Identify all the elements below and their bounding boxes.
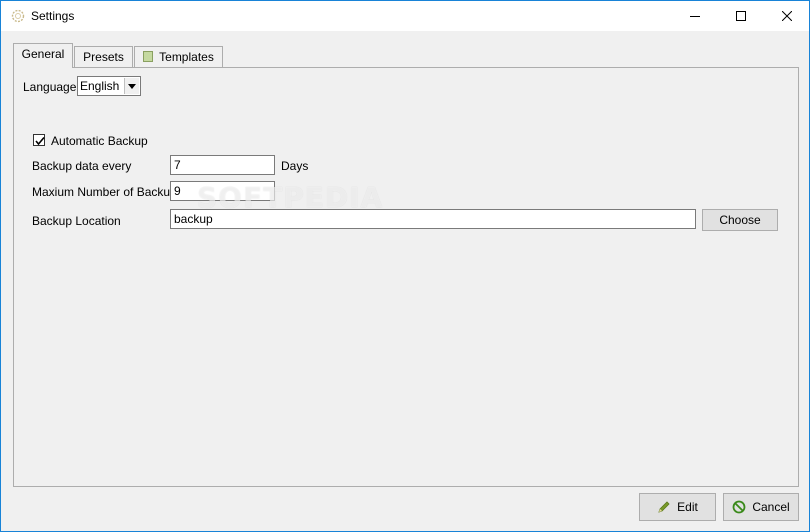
maximize-button[interactable]	[718, 1, 764, 31]
tab-presets-label: Presets	[83, 50, 124, 64]
backup-location-label: Backup Location	[32, 214, 121, 228]
minimize-button[interactable]	[672, 1, 718, 31]
close-icon	[782, 11, 792, 21]
maximize-icon	[736, 11, 746, 21]
automatic-backup-checkbox[interactable]	[33, 134, 45, 146]
backup-every-unit: Days	[281, 159, 309, 173]
tab-general[interactable]: General	[13, 43, 73, 68]
title-bar[interactable]: Settings	[1, 1, 809, 31]
tab-general-label: General	[21, 47, 65, 61]
tab-presets[interactable]: Presets	[74, 46, 133, 68]
window-title: Settings	[31, 9, 75, 23]
tab-templates[interactable]: Templates	[134, 46, 223, 68]
backup-every-label: Backup data every	[32, 159, 132, 173]
language-label: Language	[23, 80, 77, 94]
close-button[interactable]	[764, 1, 810, 31]
edit-button-label: Edit	[677, 500, 698, 514]
no-entry-icon	[732, 500, 746, 514]
gear-icon	[11, 9, 25, 23]
backup-every-input[interactable]	[170, 155, 275, 175]
checkmark-icon	[35, 136, 45, 146]
automatic-backup-label[interactable]: Automatic Backup	[51, 134, 148, 148]
chevron-down-icon[interactable]	[124, 78, 139, 94]
watermark: SOFTPEDIA	[197, 181, 384, 214]
max-backups-label: Maxium Number of Backups	[32, 185, 183, 199]
choose-button-label: Choose	[719, 213, 761, 227]
language-select[interactable]: English	[77, 76, 141, 96]
page-icon	[143, 51, 154, 62]
pencil-icon	[658, 501, 670, 513]
language-select-value: English	[80, 79, 120, 93]
cancel-button-label: Cancel	[752, 500, 790, 514]
cancel-button[interactable]: Cancel	[723, 493, 799, 521]
tab-templates-label: Templates	[159, 50, 214, 64]
general-tab-panel	[13, 67, 799, 487]
minimize-icon	[690, 16, 700, 17]
settings-window: Settings General Presets Templates Langu…	[0, 0, 810, 532]
choose-button[interactable]: Choose	[702, 209, 778, 231]
edit-button[interactable]: Edit	[639, 493, 716, 521]
